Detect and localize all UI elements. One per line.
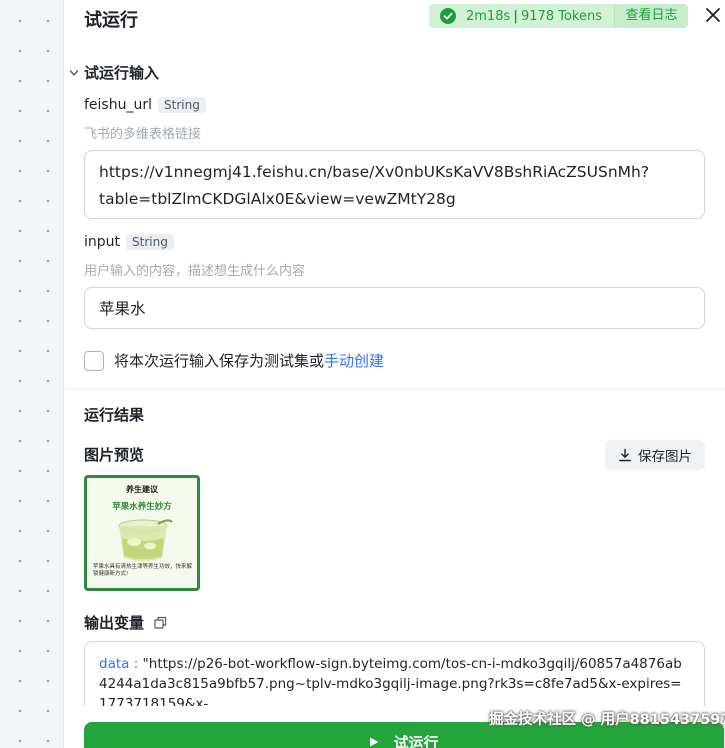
download-icon xyxy=(619,448,631,462)
run-status-badge: 2m18s | 9178 Tokens 查看日志 xyxy=(429,4,688,28)
input-field[interactable]: 苹果水 xyxy=(84,287,705,329)
output-variable-label: 输出变量 xyxy=(84,614,145,632)
section-divider xyxy=(65,388,725,389)
type-tag: String xyxy=(126,234,174,250)
save-testset-row: 将本次运行输入保存为测试集或 手动创建 xyxy=(84,350,384,371)
save-testset-checkbox[interactable] xyxy=(84,350,104,371)
feishu-url-input[interactable]: https://v1nnegmj41.feishu.cn/base/Xv0nbU… xyxy=(84,150,705,219)
glass-cup-illustration xyxy=(118,519,173,561)
manual-create-link[interactable]: 手动创建 xyxy=(324,350,384,371)
feishu-url-hint: 飞书的多维表格链接 xyxy=(84,127,202,142)
feishu-url-label: feishu_url String xyxy=(84,97,206,113)
input-label: input String xyxy=(84,234,174,250)
chevron-down-icon[interactable] xyxy=(69,68,79,78)
workflow-canvas-strip[interactable] xyxy=(0,0,64,748)
trial-run-panel: 试运行 2m18s | 9178 Tokens 查看日志 试运行输入 feish… xyxy=(65,0,725,748)
output-key: data : xyxy=(99,656,143,672)
result-section-title: 运行结果 xyxy=(84,406,145,424)
save-image-label: 保存图片 xyxy=(638,449,692,465)
page-title: 试运行 xyxy=(84,10,138,31)
save-testset-label: 将本次运行输入保存为测试集或 xyxy=(114,352,325,370)
status-separator: | xyxy=(513,8,518,24)
run-duration: 2m18s xyxy=(466,8,511,24)
input-section-title: 试运行输入 xyxy=(84,64,160,82)
view-log-button[interactable]: 查看日志 xyxy=(614,4,688,28)
image-preview-title: 图片预览 xyxy=(84,446,145,464)
generated-image-thumbnail[interactable]: 养生建议 苹果水养生妙方 苹果水具有清热生津等养生功效，快来解锁健康新方式! xyxy=(84,475,200,591)
input-hint: 用户输入的内容，描述想生成什么内容 xyxy=(84,264,306,279)
token-count: 9178 Tokens xyxy=(521,8,602,24)
close-icon[interactable] xyxy=(704,6,722,24)
panel-header: 试运行 2m18s | 9178 Tokens 查看日志 xyxy=(65,0,725,34)
save-image-button[interactable]: 保存图片 xyxy=(605,440,705,470)
field-name: feishu_url xyxy=(84,97,152,113)
watermark: 掘金技术社区 @ 用户881543759779 xyxy=(489,712,725,728)
check-circle-icon xyxy=(440,8,456,24)
field-name: input xyxy=(84,234,121,250)
trial-run-label: 试运行 xyxy=(393,733,439,748)
thumbnail-heading: 养生建议 xyxy=(126,485,158,494)
type-tag: String xyxy=(158,97,206,113)
output-value: "https://p26-bot-workflow-sign.byteimg.c… xyxy=(99,656,682,712)
thumbnail-caption: 苹果水具有清热生津等养生功效，快来解锁健康新方式! xyxy=(93,564,193,577)
play-icon xyxy=(370,737,379,747)
thumbnail-subheading: 苹果水养生妙方 xyxy=(112,502,172,512)
output-variable-title: 输出变量 xyxy=(84,612,167,633)
copy-icon[interactable] xyxy=(154,616,167,629)
